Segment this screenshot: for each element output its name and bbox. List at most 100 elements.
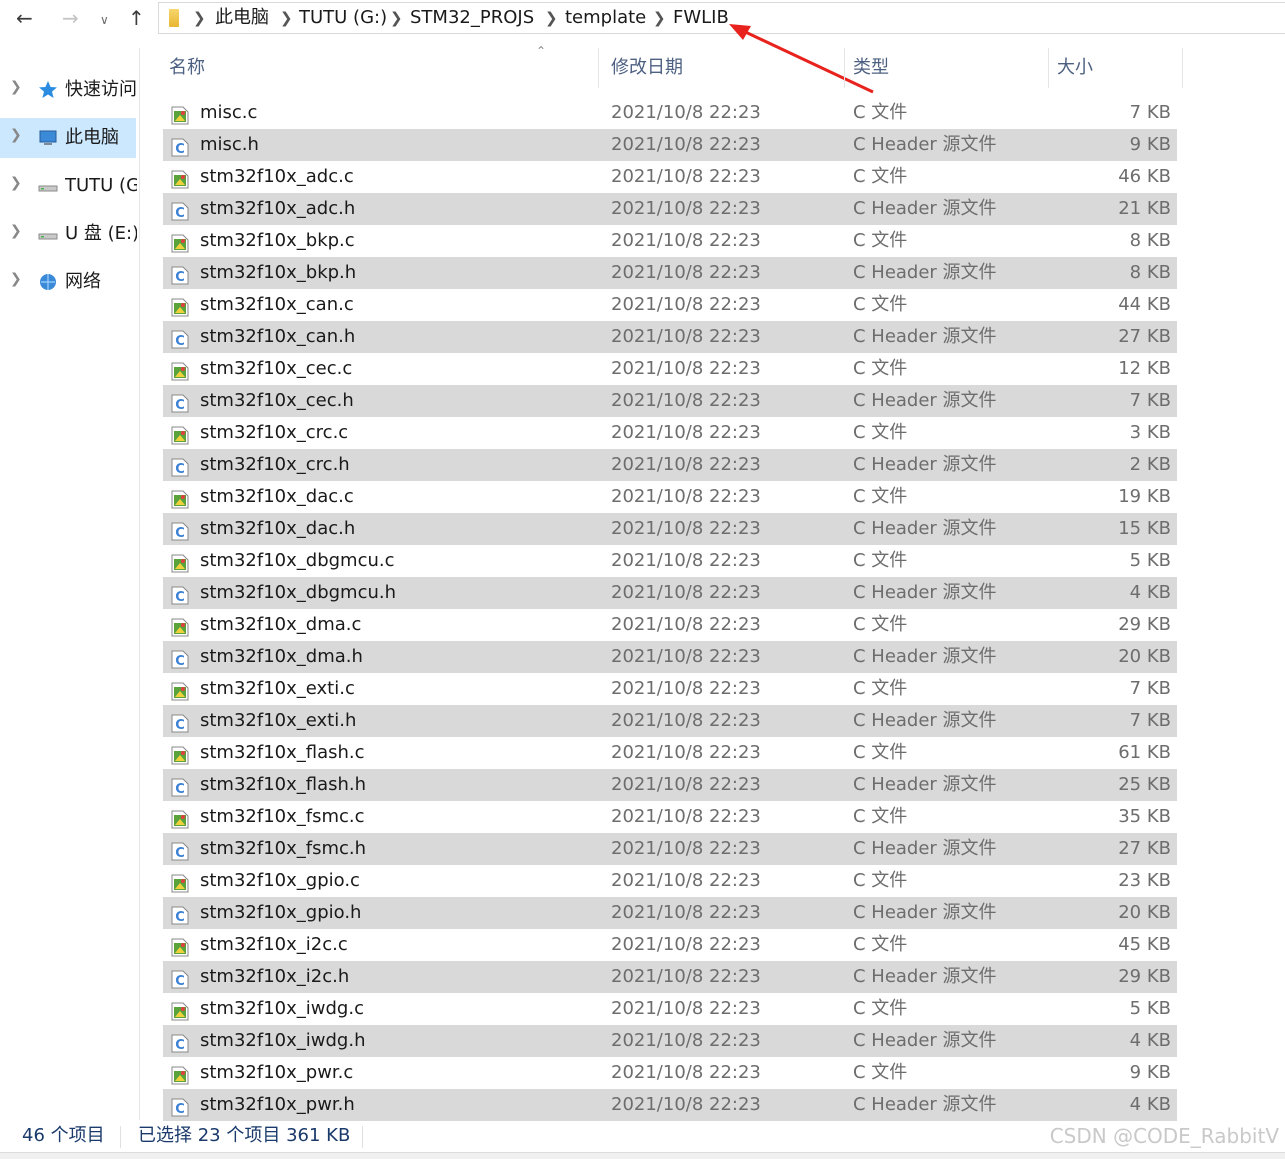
recent-locations-chevron-icon[interactable]: ∨ <box>100 8 109 32</box>
file-size: 8 KB <box>1129 230 1171 251</box>
file-size: 15 KB <box>1118 518 1171 539</box>
column-header-type[interactable]: 类型 <box>847 48 1049 88</box>
file-row[interactable]: Cstm32f10x_bkp.h 2021/10/8 22:23 C Header … <box>163 257 1177 289</box>
file-row[interactable]: Cstm32f10x_crc.h 2021/10/8 22:23 C Header … <box>163 449 1177 481</box>
file-row[interactable]: Cstm32f10x_flash.h 2021/10/8 22:23 C Heade… <box>163 769 1177 801</box>
sidebar-item-network[interactable]: ❯ 网络 <box>0 262 140 302</box>
file-row[interactable]: Cstm32f10x_i2c.h 2021/10/8 22:23 C Header … <box>163 961 1177 993</box>
taskbar-edge <box>0 1152 1285 1159</box>
file-size: 3 KB <box>1129 422 1171 443</box>
file-row[interactable]: stm32f10x_dma.c 2021/10/8 22:23 C 文件 29 KB <box>163 609 1177 641</box>
chevron-right-icon[interactable]: ❯ <box>653 7 666 29</box>
sidebar-item-this-pc[interactable]: ❯ 此电脑 <box>0 118 136 158</box>
file-type: C 文件 <box>853 422 908 443</box>
chevron-right-icon[interactable]: ❯ <box>10 175 22 191</box>
file-row[interactable]: Cmisc.h 2021/10/8 22:23 C Header 源文件 9 KB <box>163 129 1177 161</box>
c-source-file-icon <box>171 168 189 189</box>
file-row[interactable]: stm32f10x_flash.c 2021/10/8 22:23 C 文件 61 K… <box>163 737 1177 769</box>
file-row[interactable]: stm32f10x_dac.c 2021/10/8 22:23 C 文件 19 KB <box>163 481 1177 513</box>
file-row[interactable]: stm32f10x_dbgmcu.c 2021/10/8 22:23 C 文件 5 K… <box>163 545 1177 577</box>
file-row[interactable]: Cstm32f10x_iwdg.h 2021/10/8 22:23 C Header… <box>163 1025 1177 1057</box>
file-row[interactable]: stm32f10x_fsmc.c 2021/10/8 22:23 C 文件 35 KB <box>163 801 1177 833</box>
sidebar-item-quick-access[interactable]: ❯ 快速访问 <box>0 70 140 110</box>
file-name: stm32f10x_i2c.h <box>200 966 350 987</box>
chevron-right-icon[interactable]: ❯ <box>10 223 22 239</box>
chevron-right-icon[interactable]: ❯ <box>280 7 293 29</box>
file-row[interactable]: Cstm32f10x_gpio.h 2021/10/8 22:23 C Header… <box>163 897 1177 929</box>
up-arrow-icon[interactable]: ↑ <box>128 6 145 30</box>
file-row[interactable]: Cstm32f10x_dbgmcu.h 2021/10/8 22:23 C Head… <box>163 577 1177 609</box>
breadcrumb-this-pc[interactable]: 此电脑 <box>215 7 269 29</box>
back-arrow-icon[interactable]: ← <box>16 6 33 30</box>
c-source-file-icon <box>171 1000 189 1021</box>
file-size: 46 KB <box>1118 166 1171 187</box>
file-type: C Header 源文件 <box>853 390 997 411</box>
sidebar-item-drive-g[interactable]: ❯ TUTU (G:) <box>0 166 140 206</box>
file-name: stm32f10x_flash.h <box>200 774 367 795</box>
chevron-right-icon[interactable]: ❯ <box>545 7 558 29</box>
forward-arrow-icon[interactable]: → <box>62 6 79 30</box>
file-row[interactable]: stm32f10x_pwr.c 2021/10/8 22:23 C 文件 9 KB <box>163 1057 1177 1089</box>
file-date: 2021/10/8 22:23 <box>611 614 761 635</box>
file-name: stm32f10x_fsmc.h <box>200 838 367 859</box>
svg-text:C: C <box>175 718 185 733</box>
breadcrumb-fwlib[interactable]: FWLIB <box>673 7 729 29</box>
file-row[interactable]: stm32f10x_i2c.c 2021/10/8 22:23 C 文件 45 KB <box>163 929 1177 961</box>
svg-text:C: C <box>175 206 185 221</box>
folder-icon <box>169 9 179 27</box>
file-row[interactable]: Cstm32f10x_dma.h 2021/10/8 22:23 C Header … <box>163 641 1177 673</box>
file-date: 2021/10/8 22:23 <box>611 198 761 219</box>
file-date: 2021/10/8 22:23 <box>611 358 761 379</box>
file-size: 5 KB <box>1129 998 1171 1019</box>
file-row[interactable]: Cstm32f10x_dac.h 2021/10/8 22:23 C Header … <box>163 513 1177 545</box>
file-type: C 文件 <box>853 870 908 891</box>
selection-summary: 已选择 23 个项目 361 KB <box>138 1125 351 1146</box>
file-type: C Header 源文件 <box>853 134 997 155</box>
file-date: 2021/10/8 22:23 <box>611 1094 761 1115</box>
column-header-size[interactable]: 大小 <box>1051 48 1183 88</box>
chevron-right-icon[interactable]: ❯ <box>10 127 22 143</box>
file-size: 29 KB <box>1118 614 1171 635</box>
address-bar[interactable]: ❯ 此电脑 ❯ TUTU (G:) ❯ STM32_PROJS ❯ templa… <box>158 2 1285 34</box>
c-header-file-icon: C <box>171 904 189 925</box>
chevron-right-icon[interactable]: ❯ <box>390 7 403 29</box>
file-row[interactable]: stm32f10x_gpio.c 2021/10/8 22:23 C 文件 23 KB <box>163 865 1177 897</box>
file-size: 5 KB <box>1129 550 1171 571</box>
file-name: stm32f10x_dbgmcu.h <box>200 582 397 603</box>
file-row[interactable]: Cstm32f10x_adc.h 2021/10/8 22:23 C Header … <box>163 193 1177 225</box>
file-row[interactable]: stm32f10x_exti.c 2021/10/8 22:23 C 文件 7 KB <box>163 673 1177 705</box>
file-row[interactable]: Cstm32f10x_exti.h 2021/10/8 22:23 C Header… <box>163 705 1177 737</box>
file-row[interactable]: stm32f10x_iwdg.c 2021/10/8 22:23 C 文件 5 KB <box>163 993 1177 1025</box>
file-row[interactable]: Cstm32f10x_cec.h 2021/10/8 22:23 C Header … <box>163 385 1177 417</box>
sidebar-item-usb-e[interactable]: ❯ U 盘 (E:) <box>0 214 140 254</box>
file-type: C Header 源文件 <box>853 582 997 603</box>
chevron-right-icon[interactable]: ❯ <box>193 7 206 29</box>
c-source-file-icon <box>171 744 189 765</box>
chevron-right-icon[interactable]: ❯ <box>10 271 22 287</box>
breadcrumb-stm32-projs[interactable]: STM32_PROJS <box>410 7 534 29</box>
breadcrumb-drive[interactable]: TUTU (G:) <box>299 7 387 29</box>
file-date: 2021/10/8 22:23 <box>611 390 761 411</box>
svg-text:C: C <box>175 1038 185 1053</box>
column-header-date[interactable]: 修改日期 <box>605 48 845 88</box>
file-row[interactable]: Cstm32f10x_fsmc.h 2021/10/8 22:23 C Header… <box>163 833 1177 865</box>
file-row[interactable]: misc.c 2021/10/8 22:23 C 文件 7 KB <box>163 97 1177 129</box>
file-row[interactable]: stm32f10x_bkp.c 2021/10/8 22:23 C 文件 8 KB <box>163 225 1177 257</box>
file-row[interactable]: stm32f10x_crc.c 2021/10/8 22:23 C 文件 3 KB <box>163 417 1177 449</box>
file-row[interactable]: Cstm32f10x_pwr.h 2021/10/8 22:23 C Header … <box>163 1089 1177 1121</box>
column-header-name[interactable]: 名称 <box>163 48 599 88</box>
c-header-file-icon: C <box>171 776 189 797</box>
file-date: 2021/10/8 22:23 <box>611 678 761 699</box>
sidebar-item-label: U 盘 (E:) <box>65 223 137 244</box>
file-row[interactable]: stm32f10x_cec.c 2021/10/8 22:23 C 文件 12 KB <box>163 353 1177 385</box>
file-row[interactable]: Cstm32f10x_can.h 2021/10/8 22:23 C Header … <box>163 321 1177 353</box>
file-size: 29 KB <box>1118 966 1171 987</box>
file-date: 2021/10/8 22:23 <box>611 326 761 347</box>
file-date: 2021/10/8 22:23 <box>611 838 761 859</box>
breadcrumb-template[interactable]: template <box>565 7 646 29</box>
file-type: C 文件 <box>853 550 908 571</box>
file-date: 2021/10/8 22:23 <box>611 646 761 667</box>
file-row[interactable]: stm32f10x_adc.c 2021/10/8 22:23 C 文件 46 KB <box>163 161 1177 193</box>
chevron-right-icon[interactable]: ❯ <box>10 79 22 95</box>
file-row[interactable]: stm32f10x_can.c 2021/10/8 22:23 C 文件 44 KB <box>163 289 1177 321</box>
